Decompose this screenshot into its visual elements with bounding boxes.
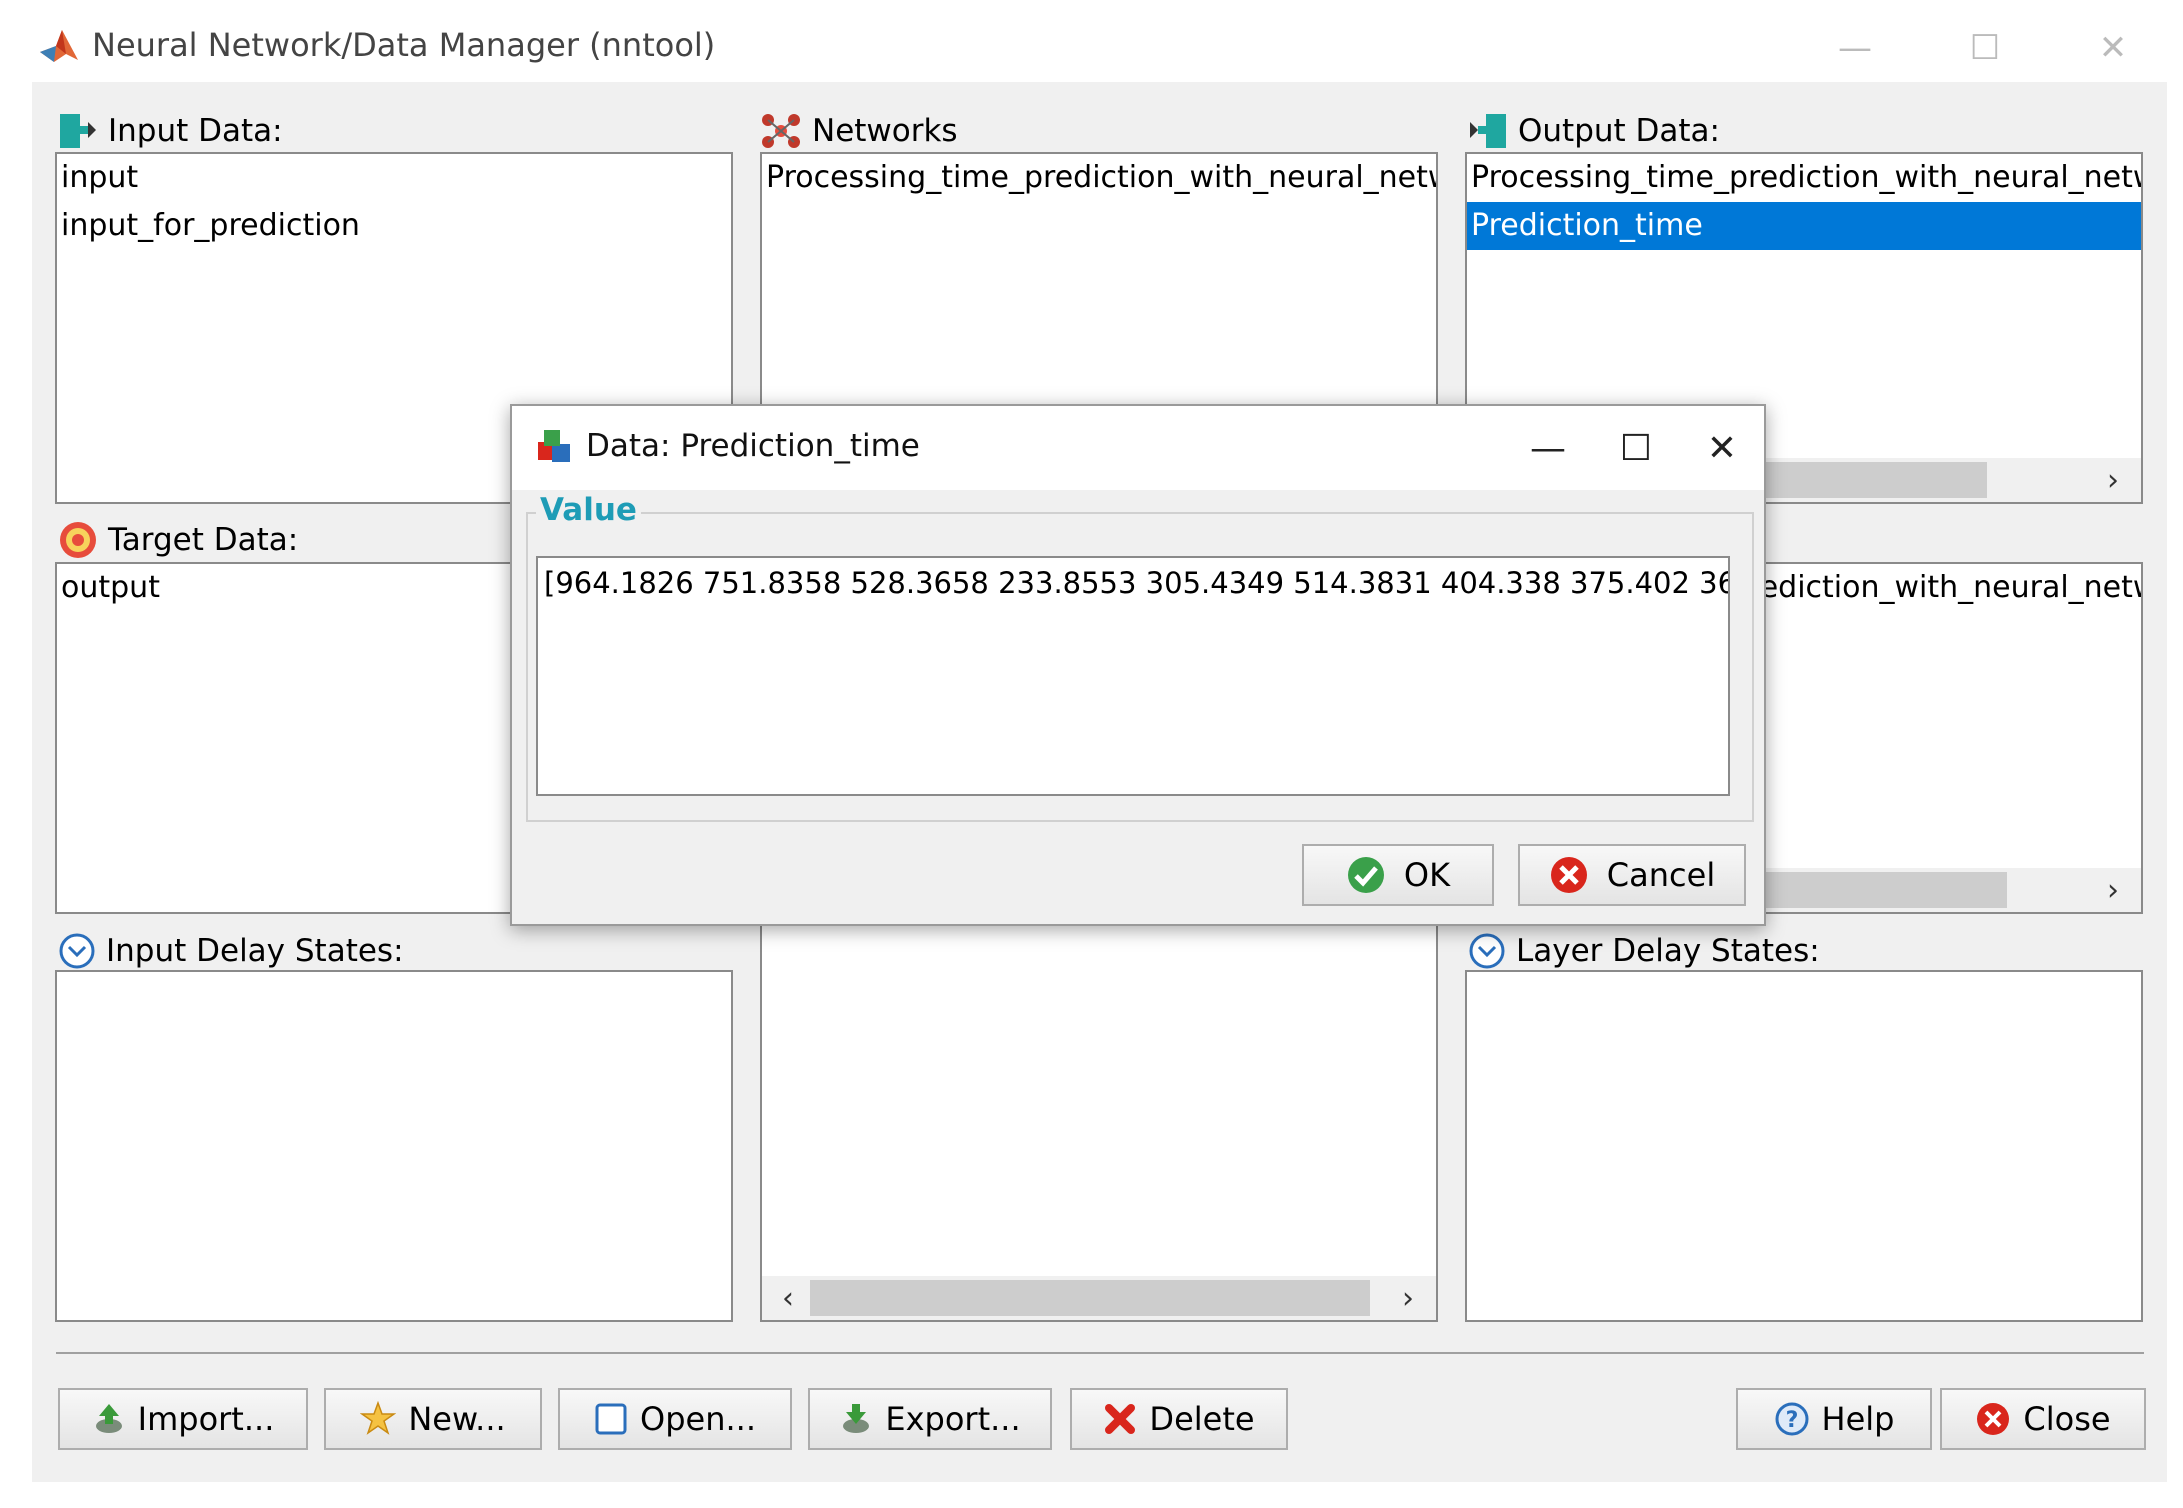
output-data-label: Output Data: xyxy=(1518,113,1720,149)
target-data-label: Target Data: xyxy=(108,522,299,558)
dialog-minimize-button[interactable]: — xyxy=(1512,420,1584,476)
target-icon xyxy=(60,522,96,558)
close-button-label: Close xyxy=(2023,1400,2111,1438)
maximize-button[interactable]: ☐ xyxy=(1950,20,2020,76)
help-icon: ? xyxy=(1775,1402,1809,1436)
import-button-label: Import... xyxy=(137,1400,275,1438)
list-item[interactable]: input_for_prediction xyxy=(57,202,731,250)
ok-button-label: OK xyxy=(1403,856,1451,894)
target-data-header: Target Data: xyxy=(58,520,298,560)
import-button[interactable]: Import... xyxy=(58,1388,308,1450)
cancel-icon xyxy=(1550,857,1587,893)
input-data-header: Input Data: xyxy=(58,112,283,150)
networks-header: Networks xyxy=(760,112,958,150)
new-star-icon xyxy=(360,1401,397,1435)
chevron-circle-icon[interactable] xyxy=(58,932,96,970)
list-item-selected[interactable]: Prediction_time xyxy=(1467,202,2141,250)
input-delay-header: Input Delay States: xyxy=(58,932,404,970)
delete-button[interactable]: Delete xyxy=(1070,1388,1288,1450)
checkmark-icon xyxy=(1347,857,1384,893)
network-icon xyxy=(762,114,800,148)
input-delay-states-list[interactable] xyxy=(55,970,733,1322)
layer-delay-label: Layer Delay States: xyxy=(1516,933,1820,969)
networks-label: Networks xyxy=(812,113,958,149)
output-data-icon xyxy=(1470,114,1506,148)
data-cubes-icon xyxy=(538,430,570,462)
close-window-button[interactable]: ✕ xyxy=(2078,20,2148,76)
ok-button[interactable]: OK xyxy=(1302,844,1494,906)
export-button-label: Export... xyxy=(885,1400,1021,1438)
scroll-left-arrow-icon[interactable]: ‹ xyxy=(766,1276,810,1320)
scroll-right-arrow-icon[interactable]: › xyxy=(2091,458,2135,502)
minimize-button[interactable]: — xyxy=(1820,20,1890,76)
separator xyxy=(56,1352,2144,1354)
list-item[interactable]: Processing_time_prediction_with_neural_n… xyxy=(1467,154,2141,202)
delete-x-icon xyxy=(1105,1404,1136,1434)
help-button[interactable]: ? Help xyxy=(1736,1388,1932,1450)
window-title: Neural Network/Data Manager (nntool) xyxy=(92,26,716,64)
horizontal-scrollbar[interactable]: ‹ › xyxy=(762,1276,1436,1320)
close-button[interactable]: Close xyxy=(1940,1388,2146,1450)
data-value-dialog: Data: Prediction_time — ☐ ✕ Value [964.1… xyxy=(510,404,1766,926)
input-data-icon xyxy=(60,114,96,148)
input-data-label: Input Data: xyxy=(108,113,283,149)
open-window-icon xyxy=(595,1403,627,1435)
delete-button-label: Delete xyxy=(1149,1400,1255,1438)
window-titlebar: Neural Network/Data Manager (nntool) — ☐… xyxy=(0,0,2183,82)
scroll-right-arrow-icon[interactable]: › xyxy=(1386,1276,1430,1320)
chevron-circle-icon[interactable] xyxy=(1468,932,1506,970)
new-button-label: New... xyxy=(408,1400,506,1438)
list-item[interactable]: Processing_time_prediction_with_neural_n… xyxy=(762,154,1436,202)
dialog-maximize-button[interactable]: ☐ xyxy=(1600,420,1672,476)
output-data-header: Output Data: xyxy=(1468,112,1720,150)
dialog-titlebar: Data: Prediction_time — ☐ ✕ xyxy=(512,406,1764,490)
export-icon xyxy=(843,1404,870,1433)
close-circle-icon xyxy=(1977,1403,2010,1435)
value-text-field[interactable]: [964.1826 751.8358 528.3658 233.8553 305… xyxy=(536,556,1730,796)
open-button-label: Open... xyxy=(640,1400,756,1438)
import-icon xyxy=(95,1404,122,1433)
layer-delay-states-list[interactable] xyxy=(1465,970,2143,1322)
network-details-list[interactable]: ‹ › xyxy=(760,912,1438,1322)
value-group-label: Value xyxy=(536,492,641,528)
dialog-title: Data: Prediction_time xyxy=(586,428,920,464)
scroll-right-arrow-icon[interactable]: › xyxy=(2091,868,2135,912)
export-button[interactable]: Export... xyxy=(808,1388,1052,1450)
input-delay-label: Input Delay States: xyxy=(106,933,404,969)
open-button[interactable]: Open... xyxy=(558,1388,792,1450)
list-item[interactable]: input xyxy=(57,154,731,202)
cancel-button-label: Cancel xyxy=(1606,856,1716,894)
new-button[interactable]: New... xyxy=(324,1388,542,1450)
matlab-icon xyxy=(40,30,78,62)
layer-delay-header: Layer Delay States: xyxy=(1468,932,1820,970)
cancel-button[interactable]: Cancel xyxy=(1518,844,1746,906)
svg-text:?: ? xyxy=(1785,1408,1798,1433)
help-button-label: Help xyxy=(1821,1400,1895,1438)
dialog-close-button[interactable]: ✕ xyxy=(1686,420,1758,476)
scrollbar-thumb[interactable] xyxy=(810,1280,1370,1316)
